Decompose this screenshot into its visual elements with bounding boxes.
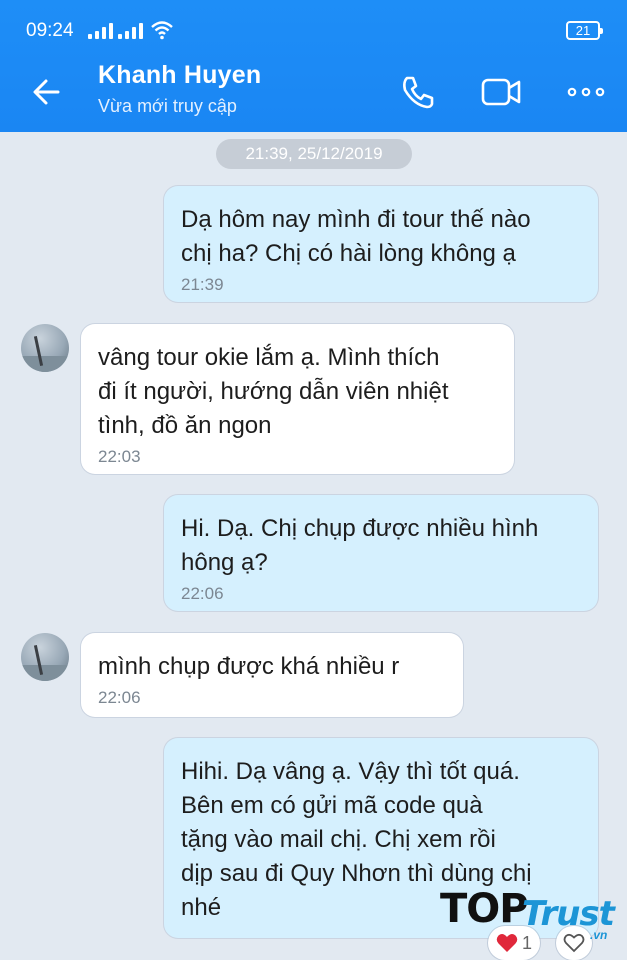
watermark-logo: TOP Trust .vn xyxy=(440,880,620,942)
signal-icon xyxy=(88,22,113,39)
watermark-top: TOP xyxy=(440,886,529,932)
message-bubble-incoming[interactable]: mình chụp được khá nhiều r 22:06 xyxy=(81,633,463,717)
message-text: Hi. Dạ. Chị chụp được nhiều hình hông ạ? xyxy=(181,515,539,576)
contact-name[interactable]: Khanh Huyen xyxy=(98,61,261,90)
message-bubble-outgoing[interactable]: Dạ hôm nay mình đi tour thế nào chị ha? … xyxy=(164,186,598,302)
message-text: Dạ hôm nay mình đi tour thế nào chị ha? … xyxy=(181,206,531,267)
message-time: 22:06 xyxy=(181,584,224,603)
avatar[interactable] xyxy=(21,324,69,372)
date-separator: 21:39, 25/12/2019 xyxy=(216,139,412,169)
back-arrow-icon[interactable] xyxy=(28,72,68,112)
chat-header: 09:24 21 Khanh Huyen Vừa mới truy cập xyxy=(0,0,627,132)
phone-icon[interactable] xyxy=(396,70,440,114)
signal-icon xyxy=(118,22,143,39)
avatar[interactable] xyxy=(21,633,69,681)
wifi-icon xyxy=(151,21,173,40)
status-bar: 09:24 21 xyxy=(0,0,627,48)
more-icon[interactable] xyxy=(564,70,608,114)
message-time: 22:06 xyxy=(98,688,141,707)
message-text: vâng tour okie lắm ạ. Mình thích đi ít n… xyxy=(98,344,449,439)
video-call-icon[interactable] xyxy=(479,70,523,114)
status-time: 09:24 xyxy=(26,20,74,41)
watermark-vn: .vn xyxy=(590,928,608,942)
message-time: 21:39 xyxy=(181,275,224,294)
message-bubble-incoming[interactable]: vâng tour okie lắm ạ. Mình thích đi ít n… xyxy=(81,324,514,474)
message-text: mình chụp được khá nhiều r xyxy=(98,653,400,680)
message-time: 22:03 xyxy=(98,447,141,466)
battery-indicator: 21 xyxy=(566,21,603,40)
message-bubble-outgoing[interactable]: Hi. Dạ. Chị chụp được nhiều hình hông ạ?… xyxy=(164,495,598,611)
contact-status: Vừa mới truy cập xyxy=(98,96,237,116)
